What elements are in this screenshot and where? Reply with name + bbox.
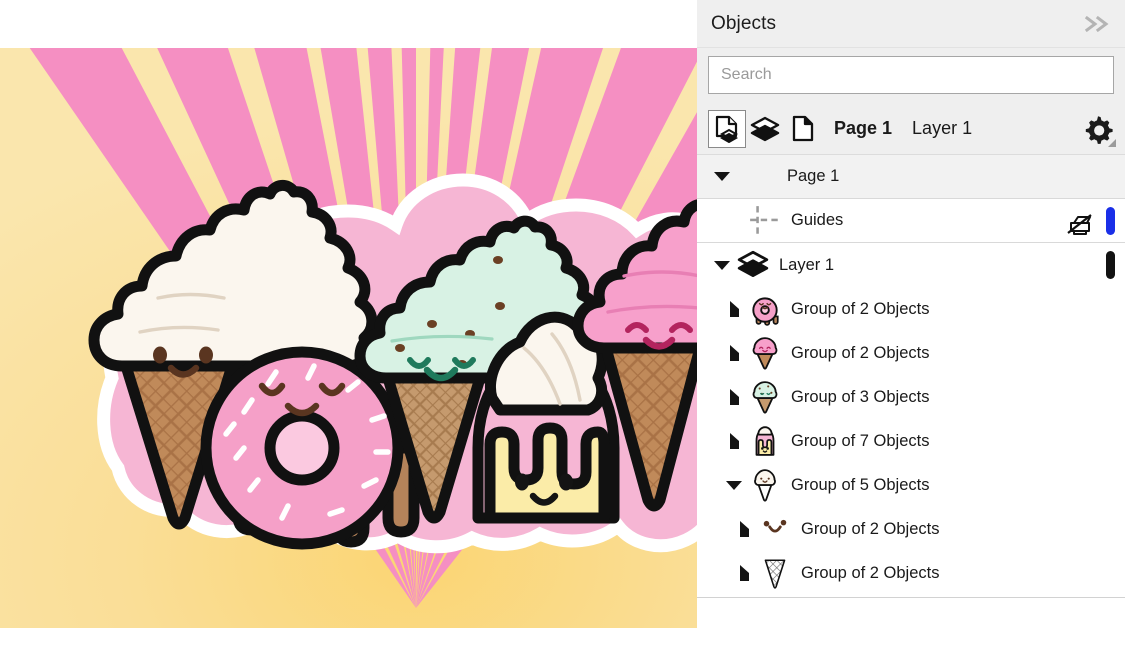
- objects-tree[interactable]: Page 1 Guides Layer 1 Group of 2 Objects Gro…: [697, 155, 1125, 598]
- tree-row-controls: [1062, 204, 1125, 238]
- printer-disabled-icon[interactable]: [1062, 204, 1096, 238]
- chevron-right-icon[interactable]: [733, 562, 755, 584]
- chevron-right-icon[interactable]: [723, 298, 745, 320]
- chevron-down-icon[interactable]: [723, 474, 745, 496]
- mint-cone-thumb: [745, 377, 785, 417]
- row-icon-placeholder: [733, 157, 773, 197]
- pink-cone-thumb: [745, 333, 785, 373]
- tree-row[interactable]: Group of 7 Objects: [697, 419, 1125, 463]
- waffle-cone-thumb: [755, 553, 795, 593]
- chevron-right-icon[interactable]: [723, 342, 745, 364]
- chevron-right-icon[interactable]: [723, 430, 745, 452]
- tree-row-label: Group of 2 Objects: [801, 564, 940, 583]
- gear-icon[interactable]: [1081, 112, 1115, 146]
- tree-row-label: Group of 7 Objects: [791, 432, 930, 451]
- page-with-layers-icon[interactable]: [708, 110, 746, 148]
- twisty-placeholder: [723, 210, 745, 232]
- gear-corner-triangle: [1108, 139, 1116, 147]
- tree-row[interactable]: Page 1: [697, 155, 1125, 199]
- tree-row-label: Group of 2 Objects: [801, 520, 940, 539]
- tree-row-label: Group of 2 Objects: [791, 300, 930, 319]
- tree-row[interactable]: Guides: [697, 199, 1125, 243]
- objects-panel: Objects: [697, 0, 1125, 650]
- tree-row[interactable]: Group of 2 Objects: [697, 551, 1125, 595]
- chevron-down-icon[interactable]: [711, 166, 733, 188]
- tree-row-label: Layer 1: [779, 256, 834, 275]
- toolbar-page-label[interactable]: Page 1: [834, 118, 892, 139]
- page-icon[interactable]: [784, 110, 822, 148]
- layers-stack-icon: [733, 245, 773, 285]
- tree-row-controls: [1106, 251, 1125, 279]
- pudding-thumb: [745, 421, 785, 461]
- tree-row[interactable]: Layer 1: [697, 243, 1125, 287]
- tree-row[interactable]: Group of 3 Objects: [697, 375, 1125, 419]
- face-thumb: [755, 509, 795, 549]
- layer-color-bar[interactable]: [1106, 251, 1115, 279]
- tree-row-label: Guides: [791, 211, 843, 230]
- tree-row-label: Group of 3 Objects: [791, 388, 930, 407]
- tree-row[interactable]: Group of 5 Objects: [697, 463, 1125, 507]
- tree-row[interactable]: Group of 2 Objects: [697, 507, 1125, 551]
- donut-thumb: [745, 289, 785, 329]
- chevron-down-icon[interactable]: [711, 254, 733, 276]
- screen: Objects: [0, 0, 1125, 650]
- page-title: Objects: [711, 13, 1085, 35]
- toolbar-layer-label[interactable]: Layer 1: [912, 118, 972, 139]
- layers-stack-icon[interactable]: [746, 110, 784, 148]
- guides-crosshair-icon: [745, 201, 785, 241]
- search-input[interactable]: [708, 56, 1114, 94]
- panel-toolbar: Page 1 Layer 1: [697, 103, 1125, 155]
- panel-header: Objects: [697, 0, 1125, 48]
- tree-row[interactable]: Group of 2 Objects: [697, 331, 1125, 375]
- tree-row[interactable]: Group of 2 Objects: [697, 287, 1125, 331]
- cream-cone-thumb: [745, 465, 785, 505]
- tree-row-label: Page 1: [787, 167, 839, 186]
- chevron-right-icon[interactable]: [723, 386, 745, 408]
- tree-row-label: Group of 2 Objects: [791, 344, 930, 363]
- search-zone: [697, 48, 1125, 103]
- double-chevron-right-icon[interactable]: [1085, 16, 1111, 32]
- tree-row-label: Group of 5 Objects: [791, 476, 930, 495]
- layer-color-bar[interactable]: [1106, 207, 1115, 235]
- chevron-right-icon[interactable]: [733, 518, 755, 540]
